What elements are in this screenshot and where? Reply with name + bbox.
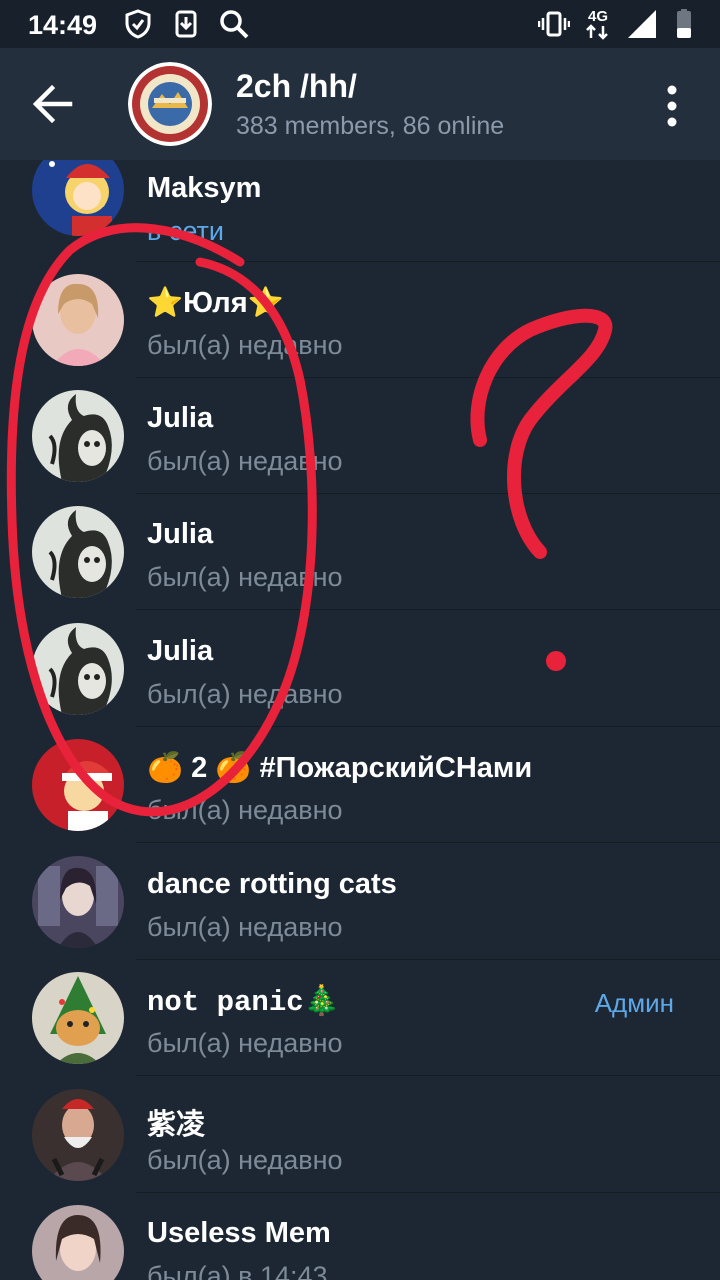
- signal-icon: [628, 10, 656, 38]
- chat-member-count: 383 members, 86 online: [236, 112, 505, 140]
- member-row[interactable]: Julia был(а) недавно: [0, 378, 720, 494]
- member-row[interactable]: 紫凌 был(а) недавно: [0, 1077, 720, 1193]
- member-avatar: [32, 160, 124, 236]
- member-name: Julia: [147, 518, 214, 550]
- member-name: 紫凌: [147, 1109, 206, 1141]
- row-divider: [136, 842, 720, 843]
- shield-icon: [125, 9, 151, 39]
- chat-header: 2ch /hh/ 383 members, 86 online: [0, 48, 720, 160]
- member-status: был(а) недавно: [147, 446, 343, 476]
- member-status: был(а) недавно: [147, 562, 343, 592]
- member-name: Useless Mem: [147, 1217, 331, 1249]
- member-name: ⭐Юля⭐: [147, 287, 284, 319]
- member-avatar: [32, 856, 124, 948]
- member-name: Julia: [147, 402, 214, 434]
- more-options-icon[interactable]: [650, 78, 694, 134]
- member-avatar: [32, 1205, 124, 1280]
- admin-badge: Админ: [594, 988, 674, 1018]
- member-row[interactable]: dance rotting cats был(а) недавно: [0, 844, 720, 960]
- member-row[interactable]: Julia был(а) недавно: [0, 611, 720, 727]
- row-divider: [136, 609, 720, 610]
- member-name: 🍊 2 🍊 #ПожарскийСНами: [147, 752, 533, 784]
- status-bar: 14:49 4G: [0, 0, 720, 48]
- member-row[interactable]: Useless Mem был(а) в 14:43: [0, 1193, 720, 1280]
- member-avatar: [32, 506, 124, 598]
- search-icon: [220, 10, 249, 39]
- member-status: был(а) недавно: [147, 912, 343, 942]
- group-avatar[interactable]: [128, 62, 212, 146]
- data-arrows-icon: [586, 24, 608, 40]
- member-status: был(а) недавно: [147, 1028, 343, 1058]
- member-avatar: [32, 739, 124, 831]
- member-avatar: [32, 972, 124, 1064]
- member-name: dance rotting cats: [147, 868, 397, 900]
- status-time: 14:49: [28, 10, 98, 40]
- member-row[interactable]: not panic🎄 Админ был(а) недавно: [0, 960, 720, 1076]
- battery-icon: [677, 9, 691, 38]
- member-row[interactable]: Maksym в сети: [0, 160, 720, 262]
- member-status: был(а) недавно: [147, 330, 343, 360]
- member-status: в сети: [147, 216, 224, 246]
- download-icon: [175, 10, 197, 38]
- member-row[interactable]: ⭐Юля⭐ был(а) недавно: [0, 262, 720, 378]
- member-avatar: [32, 623, 124, 715]
- member-status: был(а) в 14:43: [147, 1261, 328, 1280]
- member-avatar: [32, 390, 124, 482]
- chat-title: 2ch /hh/: [236, 68, 357, 104]
- member-name: Maksym: [147, 172, 262, 204]
- member-row[interactable]: Julia был(а) недавно: [0, 494, 720, 610]
- member-name: Julia: [147, 635, 214, 667]
- member-avatar: [32, 1089, 124, 1181]
- member-status: был(а) недавно: [147, 1145, 343, 1175]
- member-row[interactable]: 🍊 2 🍊 #ПожарскийСНами был(а) недавно: [0, 727, 720, 843]
- network-type: 4G: [588, 8, 609, 25]
- member-status: был(а) недавно: [147, 679, 343, 709]
- row-divider: [136, 1075, 720, 1076]
- vibrate-icon: [538, 11, 570, 37]
- member-avatar: [32, 274, 124, 366]
- back-arrow-icon[interactable]: [20, 72, 84, 136]
- member-list[interactable]: Maksym в сети ⭐Юля⭐ был(а) недавно Julia…: [0, 160, 720, 1280]
- member-name: not panic🎄: [147, 986, 340, 1019]
- member-status: был(а) недавно: [147, 795, 343, 825]
